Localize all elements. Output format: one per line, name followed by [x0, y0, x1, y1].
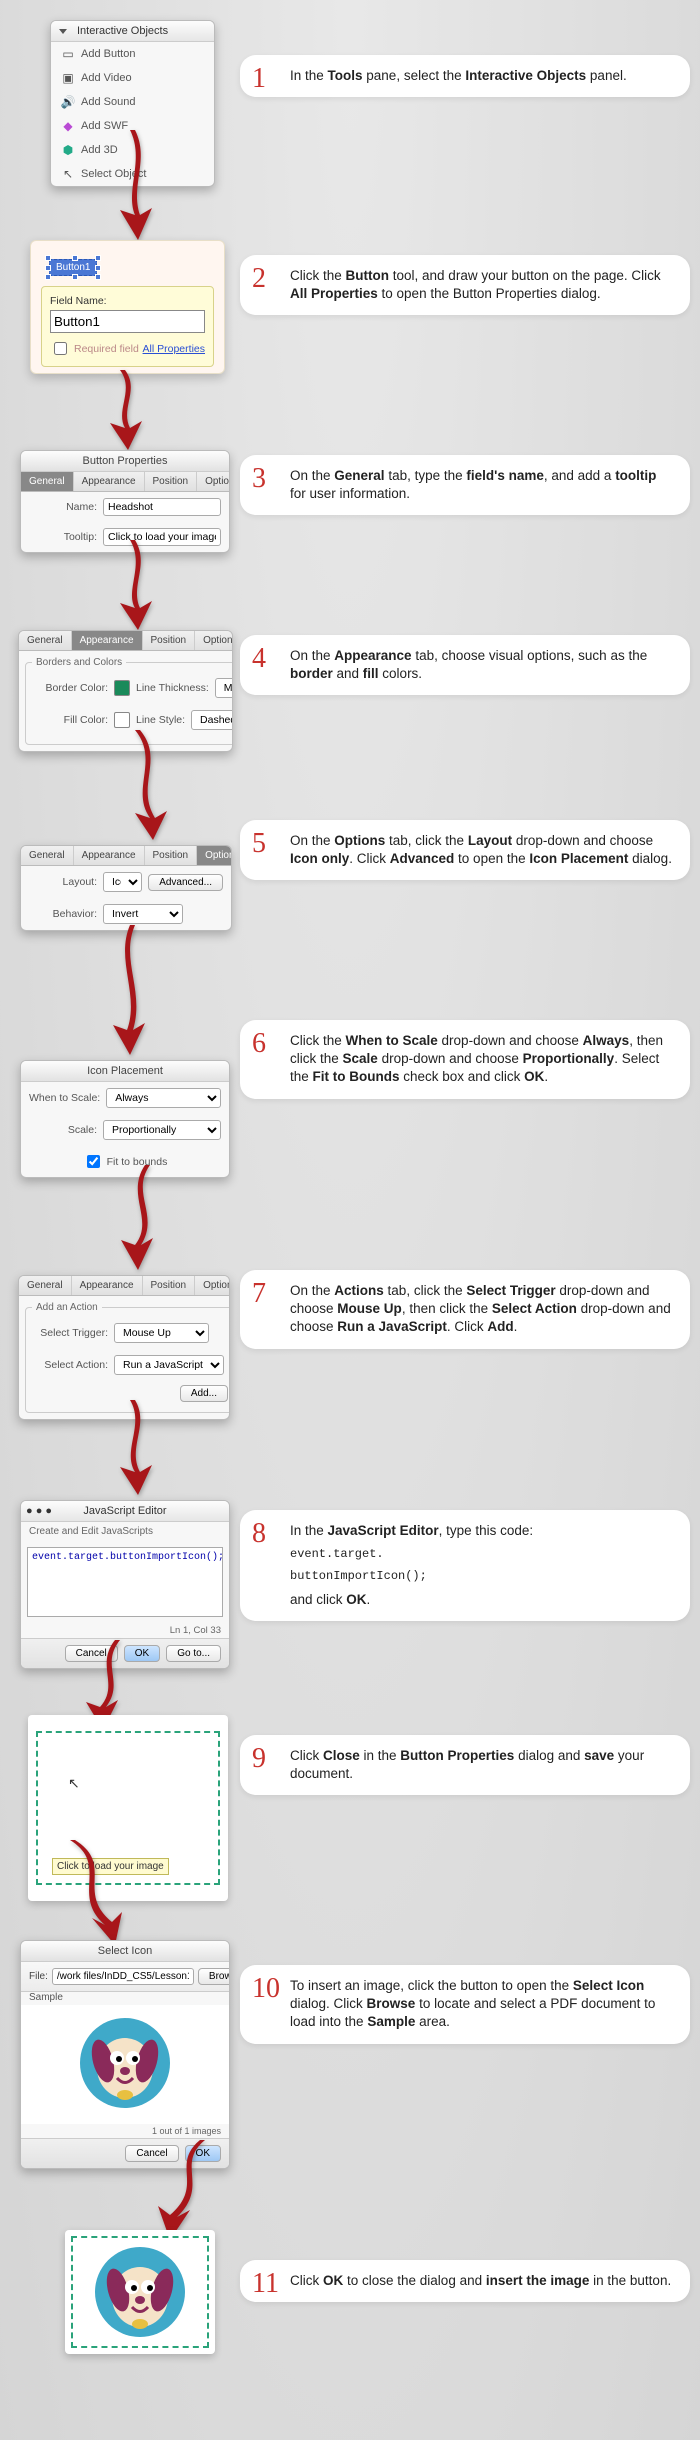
tab-options[interactable]: Options — [197, 472, 230, 491]
arrow-icon — [100, 370, 150, 450]
step6-desc: 6 Click the When to Scale drop-down and … — [240, 1020, 690, 1099]
arrow-icon — [60, 1840, 140, 1950]
dog-image — [90, 2242, 190, 2342]
step5-desc: 5 On the Options tab, click the Layout d… — [240, 820, 690, 880]
border-color-swatch[interactable] — [114, 680, 130, 696]
icon-placement-dialog: Icon Placement When to Scale:Always Scal… — [20, 1060, 230, 1178]
tab-position[interactable]: Position — [143, 631, 196, 650]
step10-desc: 10 To insert an image, click the button … — [240, 1965, 690, 2044]
select-icon-dialog: Select Icon File: Browse... Sample 1 out… — [20, 1940, 230, 2169]
scale-select[interactable]: Proportionally — [103, 1120, 221, 1140]
step9-desc: 9 Click Close in the Button Properties d… — [240, 1735, 690, 1795]
arrow-icon — [115, 1165, 170, 1270]
thickness-select[interactable]: Medium — [215, 678, 233, 698]
button-properties-options: General Appearance Position Options Acti… — [20, 845, 232, 931]
cube-icon: ⬢ — [61, 143, 75, 157]
cursor-status: Ln 1, Col 33 — [21, 1623, 229, 1638]
sample-area — [21, 2005, 229, 2124]
tab-general[interactable]: General — [21, 472, 74, 491]
all-properties-link[interactable]: All Properties — [143, 343, 205, 355]
step11-desc: 11 Click OK to close the dialog and inse… — [240, 2260, 690, 2302]
tab-options[interactable]: Options — [197, 846, 232, 865]
button-properties-actions: General Appearance Position Options Acti… — [18, 1275, 230, 1420]
video-icon: ▣ — [61, 71, 75, 85]
pager-text: 1 out of 1 images — [21, 2124, 229, 2138]
tab-general[interactable]: General — [19, 1276, 72, 1295]
tab-general[interactable]: General — [19, 631, 72, 650]
field-name-panel: Button1 Field Name: Required field All P… — [30, 240, 225, 374]
arrow-icon — [150, 2140, 220, 2240]
arrow-icon — [120, 730, 180, 840]
tab-position[interactable]: Position — [143, 1276, 196, 1295]
tutorial-page: Interactive Objects ▭Add Button ▣Add Vid… — [0, 0, 700, 2440]
fill-color-swatch[interactable] — [114, 712, 130, 728]
name-input[interactable] — [103, 498, 221, 516]
dialog-title: Button Properties — [21, 451, 229, 472]
arrow-icon — [105, 925, 155, 1055]
action-select[interactable]: Run a JavaScript — [114, 1355, 224, 1375]
style-select[interactable]: Dashed — [191, 710, 233, 730]
tab-appearance[interactable]: Appearance — [74, 846, 145, 865]
panel-header[interactable]: Interactive Objects — [51, 21, 214, 42]
js-textarea[interactable]: event.target.buttonImportIcon(); — [27, 1547, 223, 1617]
trigger-select[interactable]: Mouse Up — [114, 1323, 209, 1343]
button-properties-general: Button Properties General Appearance Pos… — [20, 450, 230, 553]
field-name-label: Field Name: — [50, 295, 205, 307]
dialog-title: Select Icon — [21, 1941, 229, 1962]
layout-select[interactable]: Icon only — [103, 872, 142, 892]
tool-add-video[interactable]: ▣Add Video — [51, 66, 214, 90]
tab-appearance[interactable]: Appearance — [72, 631, 143, 650]
button-icon: ▭ — [61, 47, 75, 61]
file-path-input[interactable] — [52, 1968, 194, 1985]
step8-desc: 8 In the JavaScript Editor, type this co… — [240, 1510, 690, 1621]
behavior-select[interactable]: Invert — [103, 904, 183, 924]
step1-desc: 1 In the Tools pane, select the Interact… — [240, 55, 690, 97]
tab-position[interactable]: Position — [145, 846, 198, 865]
tool-add-sound[interactable]: 🔊Add Sound — [51, 90, 214, 114]
step3-desc: 3 On the General tab, type the field's n… — [240, 455, 690, 515]
arrow-icon — [110, 130, 160, 240]
button-instance[interactable]: Button1 — [49, 259, 97, 276]
swf-icon: ◆ — [61, 119, 75, 133]
dog-image — [75, 2013, 175, 2113]
tab-appearance[interactable]: Appearance — [72, 1276, 143, 1295]
sound-icon: 🔊 — [61, 95, 75, 109]
arrow-icon — [110, 540, 160, 630]
step2-desc: 2 Click the Button tool, and draw your b… — [240, 255, 690, 315]
mac-buttons: ● ● ● — [26, 1505, 52, 1517]
field-name-input[interactable] — [50, 310, 205, 333]
required-checkbox[interactable]: Required field — [50, 339, 139, 358]
tab-general[interactable]: General — [21, 846, 74, 865]
tab-appearance[interactable]: Appearance — [74, 472, 145, 491]
advanced-button[interactable]: Advanced... — [148, 874, 223, 891]
step7-desc: 7 On the Actions tab, click the Select T… — [240, 1270, 690, 1349]
when-to-scale-select[interactable]: Always — [106, 1088, 221, 1108]
tab-options[interactable]: Options — [195, 1276, 230, 1295]
step-number: 1 — [252, 63, 266, 95]
tab-options[interactable]: Options — [195, 631, 233, 650]
tab-position[interactable]: Position — [145, 472, 198, 491]
panel-title: Interactive Objects — [77, 25, 168, 37]
arrow-icon — [110, 1400, 160, 1495]
cursor-icon: ↖ — [68, 1775, 80, 1792]
step4-desc: 4 On the Appearance tab, choose visual o… — [240, 635, 690, 695]
tool-add-button[interactable]: ▭Add Button — [51, 42, 214, 66]
tab-bar: General Appearance Position Options Acti… — [21, 472, 229, 492]
cursor-icon: ↖ — [61, 167, 75, 181]
final-button — [65, 2230, 215, 2354]
goto-button[interactable]: Go to... — [166, 1645, 221, 1662]
dialog-title: Icon Placement — [21, 1061, 229, 1082]
add-button[interactable]: Add... — [180, 1385, 228, 1402]
browse-button[interactable]: Browse... — [198, 1968, 230, 1985]
